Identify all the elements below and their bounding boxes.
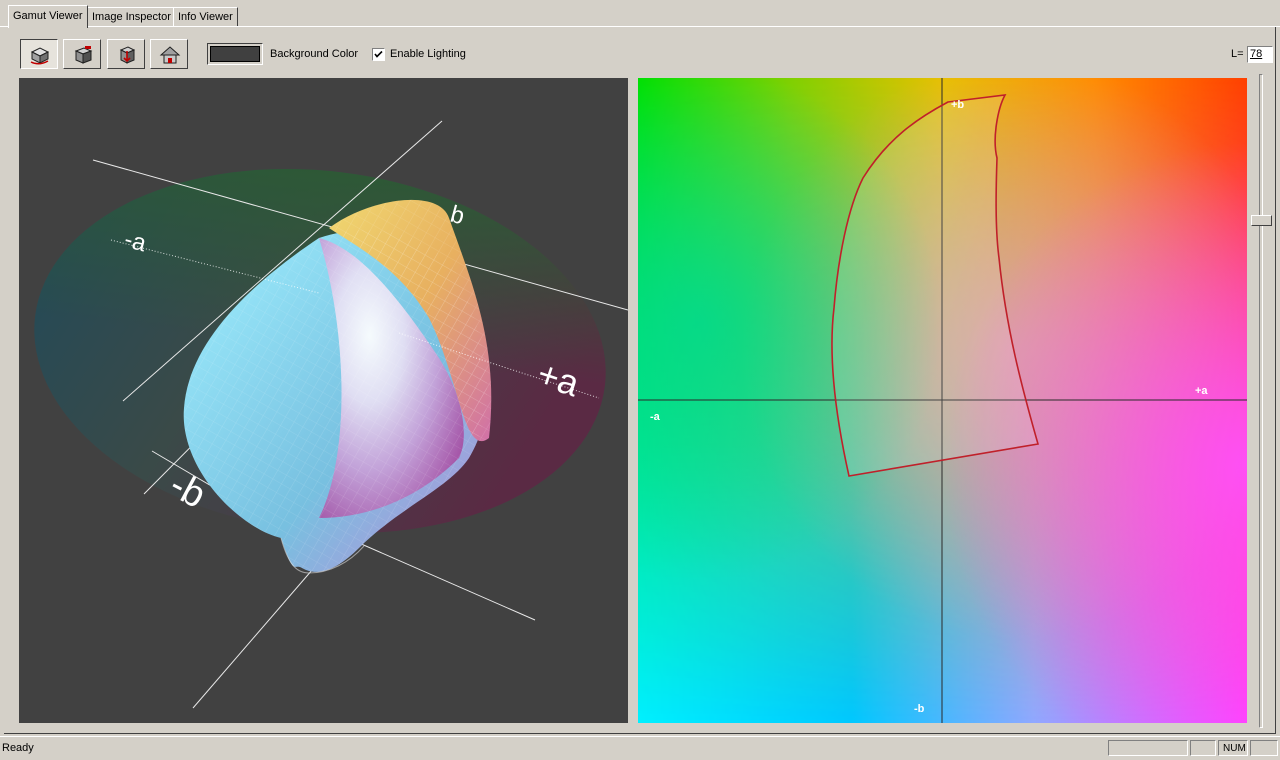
lightness-slider-track[interactable] [1259,74,1263,728]
status-bar: Ready NUM [0,736,1280,760]
tab-image-inspector[interactable]: Image Inspector [87,7,176,26]
tab-strip: Gamut Viewer Image Inspector Info Viewer [0,0,1280,28]
lightness-input[interactable]: 78 [1247,46,1273,63]
background-color-swatch[interactable] [207,43,263,65]
gamut-3d-view[interactable]: -a +a -b b [19,78,628,723]
axis-label-pos-a: +a [1195,385,1208,397]
tab-gamut-viewer[interactable]: Gamut Viewer [8,5,88,28]
rotate-view-button[interactable] [20,39,58,69]
lightness-label: L= [1231,48,1244,60]
background-color-fill [210,46,260,62]
home-view-icon [159,46,181,64]
background-color-label: Background Color [270,48,359,60]
axis-label-pos-b: +b [951,99,964,111]
solid-cube-icon [74,46,93,64]
gamut-3d-canvas: -a +a -b b [34,120,628,709]
enable-lighting-label: Enable Lighting [390,48,466,60]
status-pane-4 [1250,740,1278,756]
axis-line-3 [192,561,320,709]
status-text: Ready [2,742,34,754]
import-gamut-icon [119,46,136,64]
num-lock-indicator: NUM [1218,740,1248,756]
import-gamut-button[interactable] [107,39,145,69]
rotate-cube-icon [30,47,50,65]
tab-info-viewer[interactable]: Info Viewer [173,7,238,26]
axis-line-4 [358,542,536,621]
axis-label-neg-b: -b [914,703,925,715]
axis-label-neg-a: -a [650,411,661,423]
enable-lighting-checkbox[interactable] [372,48,385,61]
lightness-slider-thumb[interactable] [1251,215,1272,226]
solid-view-button[interactable] [63,39,101,69]
home-view-button[interactable] [150,39,188,69]
checkmark-icon [374,50,383,58]
ab-slice-canvas: +b -a +a -b [638,78,1247,723]
ab-slice-view[interactable]: +b -a +a -b [638,78,1247,723]
status-pane-1 [1108,740,1188,756]
status-pane-2 [1190,740,1216,756]
